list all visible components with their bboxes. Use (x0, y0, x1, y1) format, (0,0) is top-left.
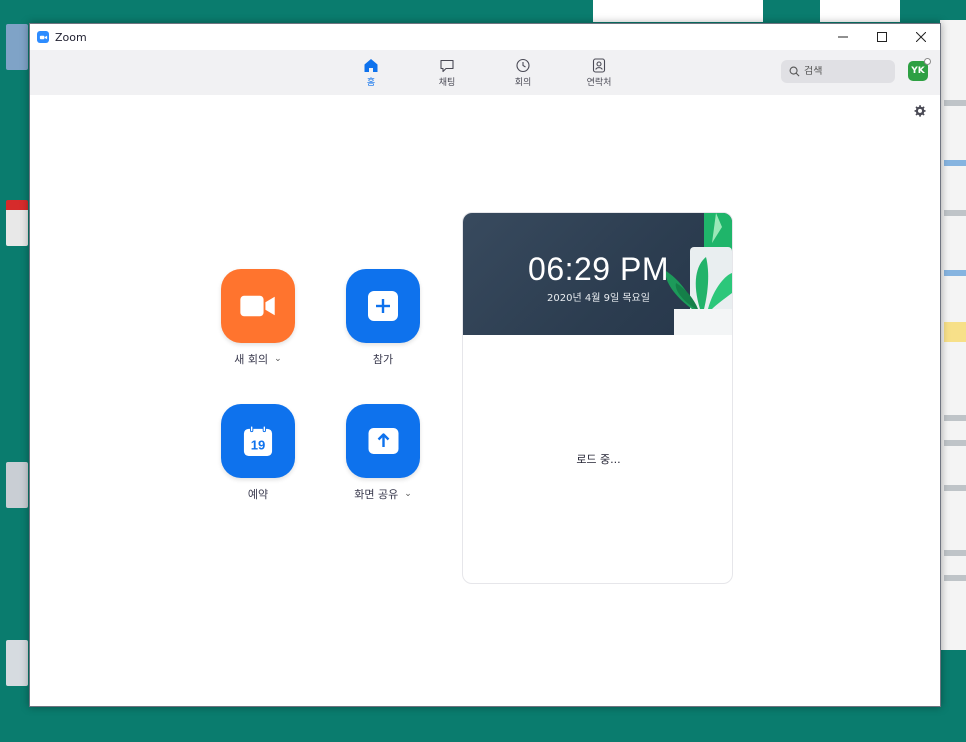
tab-home[interactable]: 홈 (353, 58, 389, 95)
join-label: 참가 (372, 353, 394, 366)
search-icon (789, 66, 800, 77)
background-window-edge (940, 20, 966, 650)
chat-icon (440, 59, 454, 73)
gear-icon (914, 105, 926, 117)
close-button[interactable] (901, 24, 940, 50)
calendar-icon: 19 (243, 425, 273, 456)
join-button[interactable] (346, 269, 420, 343)
new-meeting-label-row[interactable]: 새 회의 ⌄ (234, 351, 281, 367)
share-screen-action: 화면 공유 ⌄ (323, 404, 443, 502)
video-camera-icon (240, 295, 275, 317)
join-action: 참가 (323, 269, 443, 367)
schedule-label: 예약 (247, 488, 269, 501)
desktop-file-icon[interactable] (6, 462, 28, 508)
chevron-down-icon[interactable]: ⌄ (404, 489, 412, 499)
avatar-initials: YK (911, 66, 925, 76)
clock-banner: 06:29 PM 2020년 4월 9일 목요일 (463, 213, 732, 335)
tab-contacts-label: 연락처 (586, 78, 612, 88)
minimize-button[interactable] (823, 24, 862, 50)
share-screen-label-row[interactable]: 화면 공유 ⌄ (354, 486, 412, 502)
share-screen-button[interactable] (346, 404, 420, 478)
clock-card: 06:29 PM 2020년 4월 9일 목요일 로드 중... (462, 212, 733, 584)
schedule-button[interactable]: 19 (221, 404, 295, 478)
zoom-window: Zoom 홈 채팅 회의 연락처 검색 YK 새 회의 ⌄ 참가 19 예약 화… (29, 23, 941, 707)
calendar-day: 19 (251, 437, 266, 452)
search-box[interactable] (781, 60, 895, 83)
search-input[interactable] (804, 66, 884, 77)
tab-meetings[interactable]: 회의 (505, 58, 541, 95)
loading-text: 로드 중... (576, 453, 621, 466)
window-title: Zoom (55, 30, 87, 44)
pdf-file-icon[interactable] (6, 200, 28, 246)
tab-contacts[interactable]: 연락처 (581, 58, 617, 95)
top-navigation: 홈 채팅 회의 연락처 검색 YK (30, 50, 940, 95)
status-indicator (924, 58, 931, 65)
background-window-fragment (593, 0, 763, 22)
contacts-icon (592, 58, 606, 73)
tab-meetings-label: 회의 (514, 78, 532, 88)
share-arrow-icon (368, 428, 398, 454)
desktop-file-icon[interactable] (6, 640, 28, 686)
tab-chat[interactable]: 채팅 (429, 58, 465, 95)
user-avatar[interactable]: YK (908, 58, 931, 81)
clock-time: 06:29 PM (528, 251, 669, 287)
title-bar[interactable]: Zoom (30, 24, 940, 50)
desktop-background (0, 0, 30, 742)
plus-icon (368, 291, 398, 321)
schedule-action: 19 예약 (198, 404, 318, 502)
home-icon (364, 59, 378, 72)
tab-chat-label: 채팅 (438, 78, 456, 88)
new-meeting-button[interactable] (221, 269, 295, 343)
maximize-button[interactable] (862, 24, 901, 50)
zoom-logo-icon (37, 31, 49, 43)
share-screen-label: 화면 공유 (354, 488, 399, 501)
tab-home-label: 홈 (366, 78, 376, 88)
new-meeting-label: 새 회의 (234, 353, 269, 366)
clock-icon (516, 58, 530, 73)
settings-button[interactable] (913, 103, 927, 117)
background-window-fragment (820, 0, 900, 22)
clock-date: 2020년 4월 9일 목요일 (547, 293, 650, 304)
new-meeting-action: 새 회의 ⌄ (198, 269, 318, 367)
chevron-down-icon[interactable]: ⌄ (274, 354, 282, 364)
desktop-shortcut-icon[interactable] (6, 24, 28, 70)
